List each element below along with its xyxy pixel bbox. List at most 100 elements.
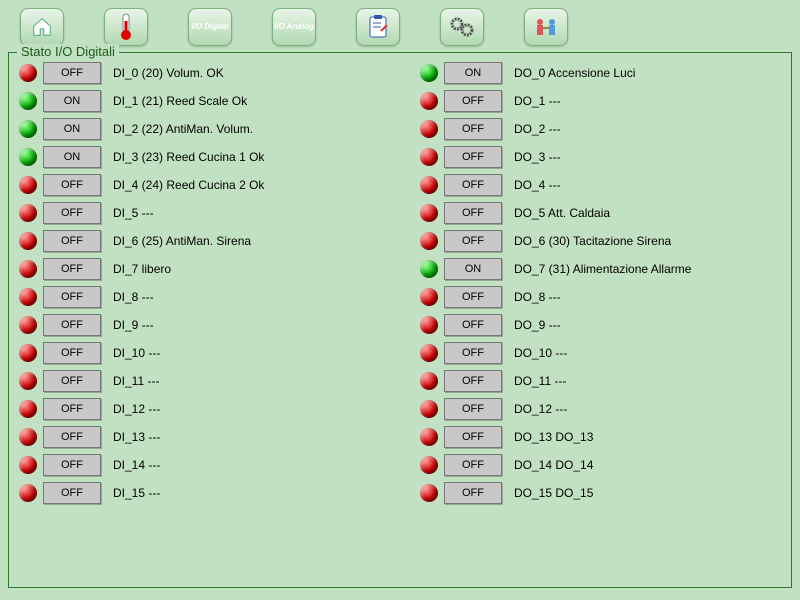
- do-row-1: OFF DO_1 ---: [420, 87, 781, 115]
- people-button[interactable]: [524, 8, 568, 46]
- do-state-button-14[interactable]: OFF: [444, 454, 502, 476]
- di-row-1: ON DI_1 (21) Reed Scale Ok: [19, 87, 380, 115]
- do-row-5: OFF DO_5 Att. Caldaia: [420, 199, 781, 227]
- di-label-13: DI_13 ---: [113, 430, 160, 444]
- thermometer-icon: [119, 13, 133, 41]
- di-row-4: OFFDI_4 (24) Reed Cucina 2 Ok: [19, 171, 380, 199]
- di-state-button-15[interactable]: OFF: [43, 482, 101, 504]
- do-label-0: DO_0 Accensione Luci: [514, 66, 635, 80]
- di-label-6: DI_6 (25) AntiMan. Sirena: [113, 234, 251, 248]
- di-state-button-6[interactable]: OFF: [43, 230, 101, 252]
- do-led-13: [420, 428, 438, 446]
- di-label-0: DI_0 (20) Volum. OK: [113, 66, 224, 80]
- do-state-button-9[interactable]: OFF: [444, 314, 502, 336]
- di-led-0: [19, 64, 37, 82]
- di-led-15: [19, 484, 37, 502]
- di-led-11: [19, 372, 37, 390]
- di-label-14: DI_14 ---: [113, 458, 160, 472]
- do-state-button-10[interactable]: OFF: [444, 342, 502, 364]
- di-state-button-4[interactable]: OFF: [43, 174, 101, 196]
- di-label-7: DI_7 libero: [113, 262, 171, 276]
- do-row-0: ON DO_0 Accensione Luci: [420, 59, 781, 87]
- di-state-button-14[interactable]: OFF: [43, 454, 101, 476]
- do-state-button-8[interactable]: OFF: [444, 286, 502, 308]
- di-led-9: [19, 316, 37, 334]
- clipboard-button[interactable]: [356, 8, 400, 46]
- di-state-button-9[interactable]: OFF: [43, 314, 101, 336]
- di-label-3: DI_3 (23) Reed Cucina 1 Ok: [113, 150, 264, 164]
- do-state-button-5[interactable]: OFF: [444, 202, 502, 224]
- di-row-11: OFF DI_11 ---: [19, 367, 380, 395]
- di-state-button-3[interactable]: ON: [43, 146, 101, 168]
- home-icon: [31, 16, 53, 38]
- do-label-10: DO_10 ---: [514, 346, 567, 360]
- do-label-2: DO_2 ---: [514, 122, 561, 136]
- di-led-14: [19, 456, 37, 474]
- do-label-1: DO_1 ---: [514, 94, 561, 108]
- di-led-2: [19, 120, 37, 138]
- di-row-15: OFF DI_15 ---: [19, 479, 380, 507]
- do-state-button-4[interactable]: OFF: [444, 174, 502, 196]
- home-button[interactable]: [20, 8, 64, 46]
- do-led-0: [420, 64, 438, 82]
- do-state-button-15[interactable]: OFF: [444, 482, 502, 504]
- do-state-button-2[interactable]: OFF: [444, 118, 502, 140]
- io-digital-button[interactable]: I/O Digital: [188, 8, 232, 46]
- do-state-button-3[interactable]: OFF: [444, 146, 502, 168]
- do-led-1: [420, 92, 438, 110]
- di-state-button-5[interactable]: OFF: [43, 202, 101, 224]
- di-state-button-10[interactable]: OFF: [43, 342, 101, 364]
- do-label-13: DO_13 DO_13: [514, 430, 593, 444]
- do-row-12: OFF DO_12 ---: [420, 395, 781, 423]
- di-row-6: OFF DI_6 (25) AntiMan. Sirena: [19, 227, 380, 255]
- di-led-4: [19, 176, 37, 194]
- di-label-12: DI_12 ---: [113, 402, 160, 416]
- di-label-11: DI_11 ---: [113, 374, 159, 388]
- clipboard-icon: [368, 15, 388, 39]
- do-label-5: DO_5 Att. Caldaia: [514, 206, 610, 220]
- di-state-button-7[interactable]: OFF: [43, 258, 101, 280]
- di-state-button-2[interactable]: ON: [43, 118, 101, 140]
- do-state-button-1[interactable]: OFF: [444, 90, 502, 112]
- do-led-15: [420, 484, 438, 502]
- do-column: ON DO_0 Accensione Luci OFF DO_1 --- OFF DO_2…: [420, 59, 781, 507]
- di-state-button-8[interactable]: OFF: [43, 286, 101, 308]
- do-led-7: [420, 260, 438, 278]
- di-state-button-13[interactable]: OFF: [43, 426, 101, 448]
- di-led-10: [19, 344, 37, 362]
- do-led-4: [420, 176, 438, 194]
- gears-icon: [449, 16, 475, 38]
- di-led-7: [19, 260, 37, 278]
- do-label-9: DO_9 ---: [514, 318, 561, 332]
- di-label-15: DI_15 ---: [113, 486, 160, 500]
- di-state-button-1[interactable]: ON: [43, 90, 101, 112]
- di-row-13: OFF DI_13 ---: [19, 423, 380, 451]
- do-state-button-6[interactable]: OFF: [444, 230, 502, 252]
- di-row-14: OFF DI_14 ---: [19, 451, 380, 479]
- di-state-button-12[interactable]: OFF: [43, 398, 101, 420]
- do-state-button-12[interactable]: OFF: [444, 398, 502, 420]
- do-row-4: OFFDO_4 ---: [420, 171, 781, 199]
- di-label-2: DI_2 (22) AntiMan. Volum.: [113, 122, 253, 136]
- do-row-11: OFFDO_11 ---: [420, 367, 781, 395]
- do-state-button-7[interactable]: ON: [444, 258, 502, 280]
- do-state-button-0[interactable]: ON: [444, 62, 502, 84]
- di-state-button-0[interactable]: OFF: [43, 62, 101, 84]
- settings-button[interactable]: [440, 8, 484, 46]
- di-label-8: DI_8 ---: [113, 290, 154, 304]
- di-label-1: DI_1 (21) Reed Scale Ok: [113, 94, 247, 108]
- temperature-button[interactable]: [104, 8, 148, 46]
- do-label-12: DO_12 ---: [514, 402, 567, 416]
- do-row-9: OFF DO_9 ---: [420, 311, 781, 339]
- do-led-11: [420, 372, 438, 390]
- do-state-button-13[interactable]: OFF: [444, 426, 502, 448]
- io-analog-button[interactable]: I/O Analog: [272, 8, 316, 46]
- do-row-7: ONDO_7 (31) Alimentazione Allarme: [420, 255, 781, 283]
- di-row-7: OFF DI_7 libero: [19, 255, 380, 283]
- do-state-button-11[interactable]: OFF: [444, 370, 502, 392]
- do-row-6: OFFDO_6 (30) Tacitazione Sirena: [420, 227, 781, 255]
- di-state-button-11[interactable]: OFF: [43, 370, 101, 392]
- di-led-8: [19, 288, 37, 306]
- do-row-10: OFF DO_10 ---: [420, 339, 781, 367]
- do-led-5: [420, 204, 438, 222]
